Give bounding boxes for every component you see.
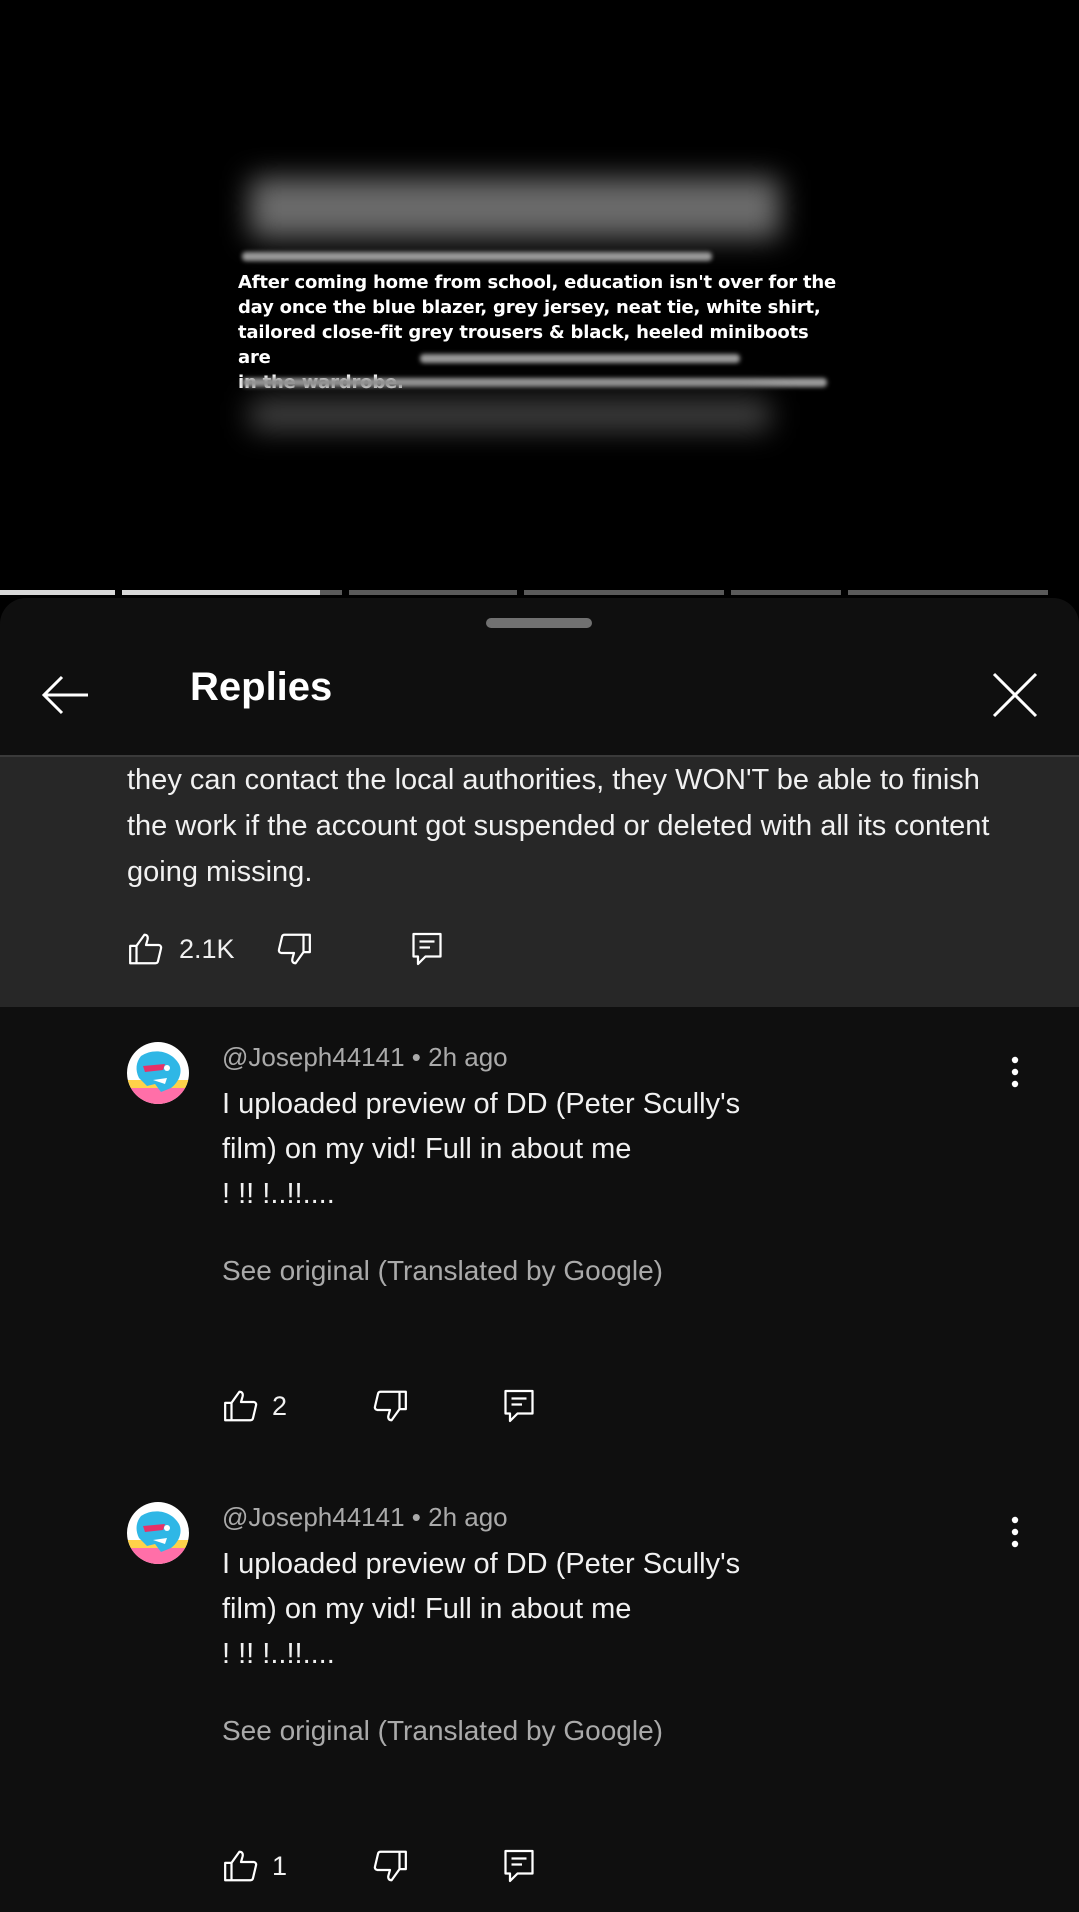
drag-handle[interactable]	[486, 618, 592, 628]
parent-comment-text: they can contact the local authorities, …	[127, 764, 990, 888]
like-icon[interactable]	[222, 1387, 260, 1425]
reply-icon[interactable]	[501, 1386, 537, 1426]
video-player[interactable]: After coming home from school, education…	[0, 0, 1079, 590]
arrow-left-icon	[41, 675, 88, 715]
reply-icon[interactable]	[409, 929, 445, 969]
avatar[interactable]	[127, 1042, 189, 1104]
close-button[interactable]	[978, 658, 1052, 732]
more-vertical-icon	[1011, 1056, 1019, 1088]
blurred-footer	[250, 400, 770, 430]
like-icon[interactable]	[222, 1847, 260, 1885]
reply-text: I uploaded preview of DD (Peter Scully's…	[222, 1088, 741, 1210]
blurred-heading	[250, 178, 780, 238]
reply-time: 2h ago	[428, 1502, 508, 1532]
dislike-icon[interactable]	[275, 930, 313, 968]
reply-comment: @Joseph44141 • 2h ago I uploaded preview…	[0, 1502, 1079, 1912]
like-count: 1	[272, 1850, 288, 1881]
progress-fill	[0, 590, 115, 595]
progress-segment	[0, 590, 115, 595]
sheet-title: Replies	[190, 665, 333, 709]
reply-text: I uploaded preview of DD (Peter Scully's…	[222, 1548, 741, 1670]
reply-meta: @Joseph44141 • 2h ago	[222, 1042, 508, 1072]
story-progress	[0, 590, 1079, 595]
blurred-text-line	[420, 354, 740, 363]
parent-comment: they can contact the local authorities, …	[0, 757, 1079, 1007]
more-options-button[interactable]	[1000, 1052, 1030, 1092]
reply-comment: @Joseph44141 • 2h ago I uploaded preview…	[0, 1042, 1079, 1502]
blurred-text-line	[242, 252, 712, 261]
author-name[interactable]: @Joseph44141	[222, 1502, 405, 1532]
reply-meta: @Joseph44141 • 2h ago	[222, 1502, 508, 1532]
like-count: 2.1K	[179, 933, 235, 964]
back-button[interactable]	[28, 658, 102, 732]
progress-segment	[122, 590, 342, 595]
reply-time: 2h ago	[428, 1042, 508, 1072]
video-caption: After coming home from school, education…	[238, 272, 837, 393]
like-icon[interactable]	[127, 930, 165, 968]
more-options-button[interactable]	[1000, 1512, 1030, 1552]
progress-segment	[848, 590, 1048, 595]
reply-icon[interactable]	[501, 1846, 537, 1886]
avatar[interactable]	[127, 1502, 189, 1564]
close-icon	[992, 672, 1038, 718]
more-vertical-icon	[1011, 1516, 1019, 1548]
dislike-icon[interactable]	[371, 1847, 409, 1885]
progress-segment	[731, 590, 841, 595]
progress-segment	[524, 590, 724, 595]
beast-logo-icon	[127, 1511, 189, 1564]
replies-sheet: Replies they can contact the local autho…	[0, 598, 1079, 1912]
like-count: 2	[272, 1390, 288, 1421]
dislike-icon[interactable]	[371, 1387, 409, 1425]
author-name[interactable]: @Joseph44141	[222, 1042, 405, 1072]
sheet-header: Replies	[0, 638, 1079, 754]
progress-fill	[122, 590, 320, 595]
progress-segment	[349, 590, 517, 595]
beast-logo-icon	[127, 1051, 189, 1104]
see-original-link[interactable]: See original (Translated by Google)	[222, 1715, 663, 1747]
see-original-link[interactable]: See original (Translated by Google)	[222, 1255, 663, 1287]
blurred-text-line	[242, 378, 827, 387]
